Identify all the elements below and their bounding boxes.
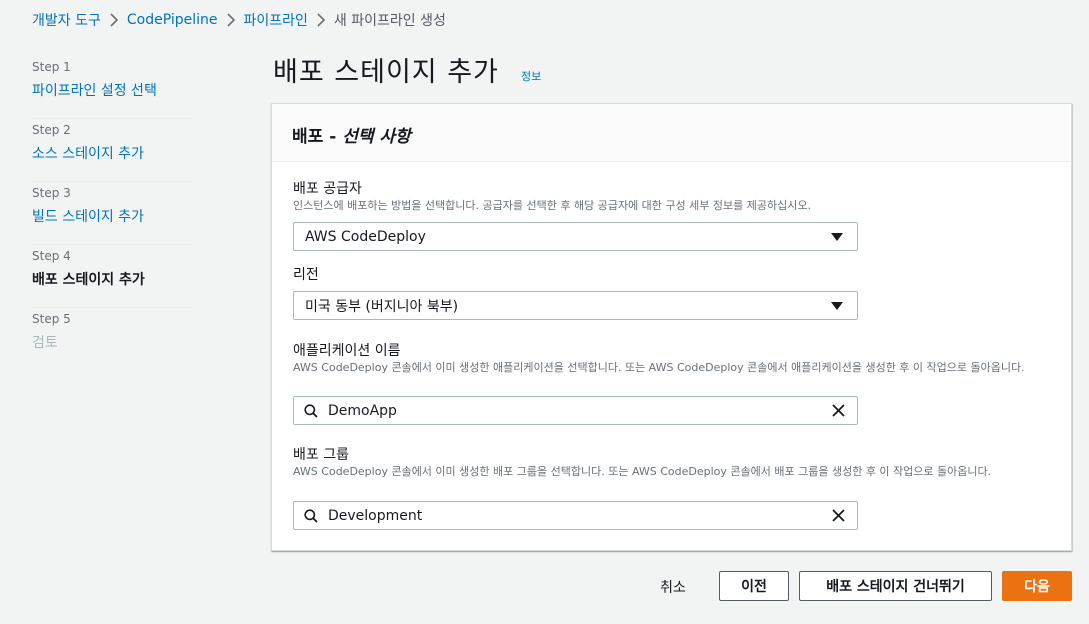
search-icon (294, 508, 328, 523)
application-input[interactable]: DemoApp (293, 396, 858, 425)
breadcrumb-developer-tools[interactable]: 개발자 도구 (32, 10, 101, 30)
breadcrumb: 개발자 도구 CodePipeline 파이프라인 새 파이프라인 생성 (32, 10, 446, 30)
group-label: 배포 그룹 (293, 447, 349, 463)
deploy-panel: 배포 - 선택 사항 배포 공급자 인스턴스에 배포하는 방법을 선택합니다. … (271, 103, 1072, 551)
breadcrumb-codepipeline[interactable]: CodePipeline (127, 12, 218, 28)
step-number: Step 4 (32, 249, 71, 263)
step-number: Step 1 (32, 60, 71, 74)
wizard-step-4: Step 4 배포 스테이지 추가 (32, 245, 192, 308)
wizard-step-3: Step 3 빌드 스테이지 추가 (32, 182, 192, 245)
wizard-steps: Step 1 파이프라인 설정 선택 Step 2 소스 스테이지 추가 Ste… (32, 56, 192, 371)
group-input-value: Development (328, 507, 423, 524)
application-description: AWS CodeDeploy 콘솔에서 이미 생성한 애플리케이션을 선택합니다… (293, 361, 1025, 374)
provider-field: 배포 공급자 인스턴스에 배포하는 방법을 선택합니다. 공급자를 선택한 후 … (293, 180, 1053, 213)
group-input[interactable]: Development (293, 501, 858, 530)
step-label-current: 배포 스테이지 추가 (32, 272, 145, 288)
previous-button[interactable]: 이전 (719, 571, 789, 601)
provider-select-value: AWS CodeDeploy (305, 228, 426, 245)
provider-select[interactable]: AWS CodeDeploy (293, 222, 858, 251)
panel-title: 배포 - (292, 127, 343, 147)
next-button[interactable]: 다음 (1002, 571, 1072, 601)
region-select[interactable]: 미국 동부 (버지니아 북부) (293, 291, 858, 320)
region-select-value: 미국 동부 (버지니아 북부) (305, 298, 459, 315)
application-label: 애플리케이션 이름 (293, 343, 401, 359)
wizard-step-2: Step 2 소스 스테이지 추가 (32, 119, 192, 182)
application-input-value: DemoApp (328, 402, 397, 419)
breadcrumb-pipelines[interactable]: 파이프라인 (244, 10, 308, 30)
application-field: 애플리케이션 이름 AWS CodeDeploy 콘솔에서 이미 생성한 애플리… (293, 342, 1053, 375)
step-number: Step 3 (32, 186, 71, 200)
close-icon[interactable] (819, 509, 857, 522)
step-label-link[interactable]: 소스 스테이지 추가 (32, 144, 192, 164)
panel-header: 배포 - 선택 사항 (272, 104, 1071, 162)
breadcrumb-current: 새 파이프라인 생성 (333, 13, 446, 29)
step-label-link[interactable]: 빌드 스테이지 추가 (32, 207, 192, 227)
chevron-right-icon (218, 10, 244, 30)
step-number: Step 5 (32, 312, 71, 326)
provider-label: 배포 공급자 (293, 181, 362, 197)
wizard-step-5: Step 5 검토 (32, 308, 192, 371)
step-label-link[interactable]: 파이프라인 설정 선택 (32, 81, 192, 101)
wizard-step-1: Step 1 파이프라인 설정 선택 (32, 56, 192, 119)
caret-down-icon (817, 232, 857, 241)
caret-down-icon (817, 301, 857, 310)
chevron-right-icon (101, 10, 127, 30)
provider-description: 인스턴스에 배포하는 방법을 선택합니다. 공급자를 선택한 후 해당 공급자에… (293, 199, 811, 212)
search-icon (294, 403, 328, 418)
group-description: AWS CodeDeploy 콘솔에서 이미 생성한 배포 그룹을 선택합니다.… (293, 465, 992, 478)
info-link[interactable]: 정보 (521, 68, 541, 84)
step-label-disabled: 검토 (32, 335, 58, 351)
panel-title-optional: 선택 사항 (342, 127, 411, 147)
step-number: Step 2 (32, 123, 71, 137)
region-label: 리전 (293, 267, 319, 283)
chevron-right-icon (308, 10, 334, 30)
group-field: 배포 그룹 AWS CodeDeploy 콘솔에서 이미 생성한 배포 그룹을 … (293, 446, 1053, 479)
skip-deploy-stage-button[interactable]: 배포 스테이지 건너뛰기 (799, 571, 992, 601)
cancel-button[interactable]: 취소 (652, 576, 694, 598)
close-icon[interactable] (819, 404, 857, 417)
region-field: 리전 (293, 266, 319, 284)
page-title: 배포 스테이지 추가 (273, 57, 499, 88)
